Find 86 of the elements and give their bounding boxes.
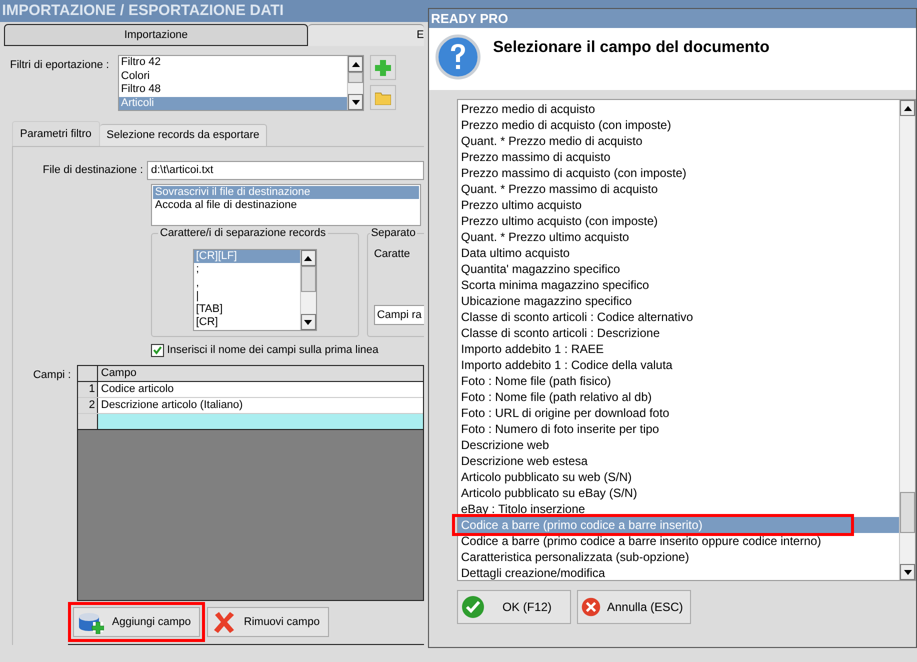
list-item[interactable]: Quant. * Prezzo massimo di acquisto [458, 181, 899, 197]
list-item[interactable]: Prezzo massimo di acquisto [458, 149, 899, 165]
checkbox-label: Inserisci il nome dei campi sulla prima linea [167, 343, 379, 358]
list-item[interactable]: Filtro 48 [119, 83, 347, 96]
dialog-heading: Selezionare il campo del documento [493, 38, 770, 58]
table-cell-text: Codice articolo [100, 382, 175, 396]
remove-field-button[interactable]: Rimuovi campo [206, 607, 329, 637]
list-item[interactable]: Prezzo medio di acquisto [458, 101, 899, 117]
group-title: Carattere/i di separazione records [158, 226, 328, 240]
scroll-up-icon[interactable] [300, 250, 316, 266]
scrollbar[interactable] [347, 56, 363, 110]
tab[interactable]: Parametri filtro [12, 121, 100, 146]
separator-list[interactable]: [CR][LF] ; , | [TAB] [CR] [192, 249, 317, 331]
list-item[interactable]: Articolo pubblicato su eBay (S/N) [458, 485, 899, 501]
list-item[interactable]: Importo addebito 1 : RAEE [458, 341, 899, 357]
cancel-button[interactable]: Annulla (ESC) [577, 590, 691, 624]
tab[interactable]: Selezione records da esportare [100, 124, 268, 146]
list-item[interactable]: Quant. * Prezzo medio di acquisto [458, 133, 899, 149]
scroll-down-icon[interactable] [900, 564, 915, 580]
question-icon [435, 34, 481, 80]
list-item[interactable]: Classe di sconto articoli : Descrizione [458, 325, 899, 341]
list-item[interactable]: Data ultimo acquisto [458, 245, 899, 261]
list-item[interactable]: Codice a barre (primo codice a barre inserito oppure codice interno) [458, 533, 899, 549]
write-mode-list[interactable]: Sovrascrivi il file di destinazione Accoda al file di destinazione [151, 184, 421, 226]
list-item[interactable]: Prezzo ultimo acquisto (con imposte) [458, 213, 899, 229]
scroll-thumb[interactable] [300, 266, 316, 292]
list-item[interactable]: Foto : Nome file (path relativo al db) [458, 389, 899, 405]
list-item[interactable]: , [194, 276, 300, 290]
row-number: 1 [78, 382, 98, 396]
list-item[interactable]: [TAB] [194, 303, 300, 316]
list-item[interactable]: Prezzo ultimo acquisto [458, 197, 899, 213]
scroll-thumb[interactable] [900, 492, 915, 533]
ok-button[interactable]: OK (F12) [457, 590, 571, 624]
scroll-thumb[interactable] [348, 72, 363, 83]
list-item[interactable]: Foto : URL di origine per download foto [458, 405, 899, 421]
cross-icon [212, 610, 236, 634]
list-item[interactable]: Prezzo massimo di acquisto (con imposte) [458, 165, 899, 181]
list-item[interactable]: Classe di sconto articoli : Codice alternativo [458, 309, 899, 325]
cancel-icon [581, 595, 601, 619]
scroll-down-icon[interactable] [348, 94, 363, 110]
list-item[interactable]: Accoda al file di destinazione [153, 199, 419, 212]
plus-icon [375, 60, 391, 76]
list-item[interactable]: Filtro 42 [119, 56, 347, 70]
tab[interactable]: E [308, 24, 424, 46]
list-item[interactable]: Scorta minima magazzino specifico [458, 277, 899, 293]
scroll-down-icon[interactable] [300, 314, 316, 330]
add-field-button[interactable]: Aggiungi campo [73, 607, 200, 637]
list-item[interactable]: Colori [119, 70, 347, 83]
list-item[interactable]: [CR] [194, 316, 300, 330]
list-item[interactable]: Articolo pubblicato su web (S/N) [458, 469, 899, 485]
group-title: Separato [370, 226, 417, 240]
list-item[interactable]: Ubicazione magazzino specifico [458, 293, 899, 309]
field-label: Caratte [374, 247, 412, 262]
list-item[interactable]: Descrizione web [458, 437, 899, 453]
list-item[interactable]: Descrizione web estesa [458, 453, 899, 469]
checkbox[interactable] [151, 344, 164, 357]
list-item[interactable]: Dettagli creazione/modifica [458, 565, 899, 581]
scrollbar[interactable] [899, 100, 915, 580]
window-title: IMPORTAZIONE / ESPORTAZIONE DATI [2, 0, 284, 21]
scroll-up-icon[interactable] [348, 56, 363, 72]
row-number: 2 [78, 398, 98, 412]
list-item[interactable]: Caratteristica personalizzata (sub-opzione) [458, 549, 899, 565]
field-label: Filtri di eportazione : [9, 58, 110, 73]
destination-field[interactable]: d:\t\articoi.txt [147, 161, 424, 180]
list-item[interactable]: Foto : Nome file (path fisico) [458, 373, 899, 389]
list-item[interactable]: Prezzo medio di acquisto (con imposte) [458, 117, 899, 133]
list-item[interactable]: ; [194, 263, 300, 277]
dialog-title: READY PRO [431, 10, 508, 28]
list-item[interactable]: | [194, 290, 300, 304]
scrollbar[interactable] [300, 250, 316, 330]
list-item[interactable]: Importo addebito 1 : Codice della valuta [458, 357, 899, 373]
scroll-up-icon[interactable] [900, 100, 915, 116]
field-mode-field[interactable]: Campi ra [374, 304, 424, 324]
column-header: Campo [100, 366, 138, 380]
folder-icon [375, 90, 391, 104]
check-icon [461, 595, 485, 619]
table-cell-text: Descrizione articolo (Italiano) [100, 398, 244, 412]
list-item[interactable]: eBay : Titolo inserzione [458, 501, 899, 517]
list-item[interactable]: Quantita' magazzino specifico [458, 261, 899, 277]
database-add-icon [78, 610, 104, 634]
field-label: File di destinazione : [42, 163, 144, 178]
list-item[interactable]: Quant. * Prezzo ultimo acquisto [458, 229, 899, 245]
field-label: Campi : [32, 368, 72, 382]
list-item[interactable]: Foto : Numero di foto inserite per tipo [458, 421, 899, 437]
filter-list[interactable]: Filtro 42 Colori Filtro 48 Articoli [118, 55, 364, 111]
tab[interactable]: Importazione [4, 24, 308, 46]
